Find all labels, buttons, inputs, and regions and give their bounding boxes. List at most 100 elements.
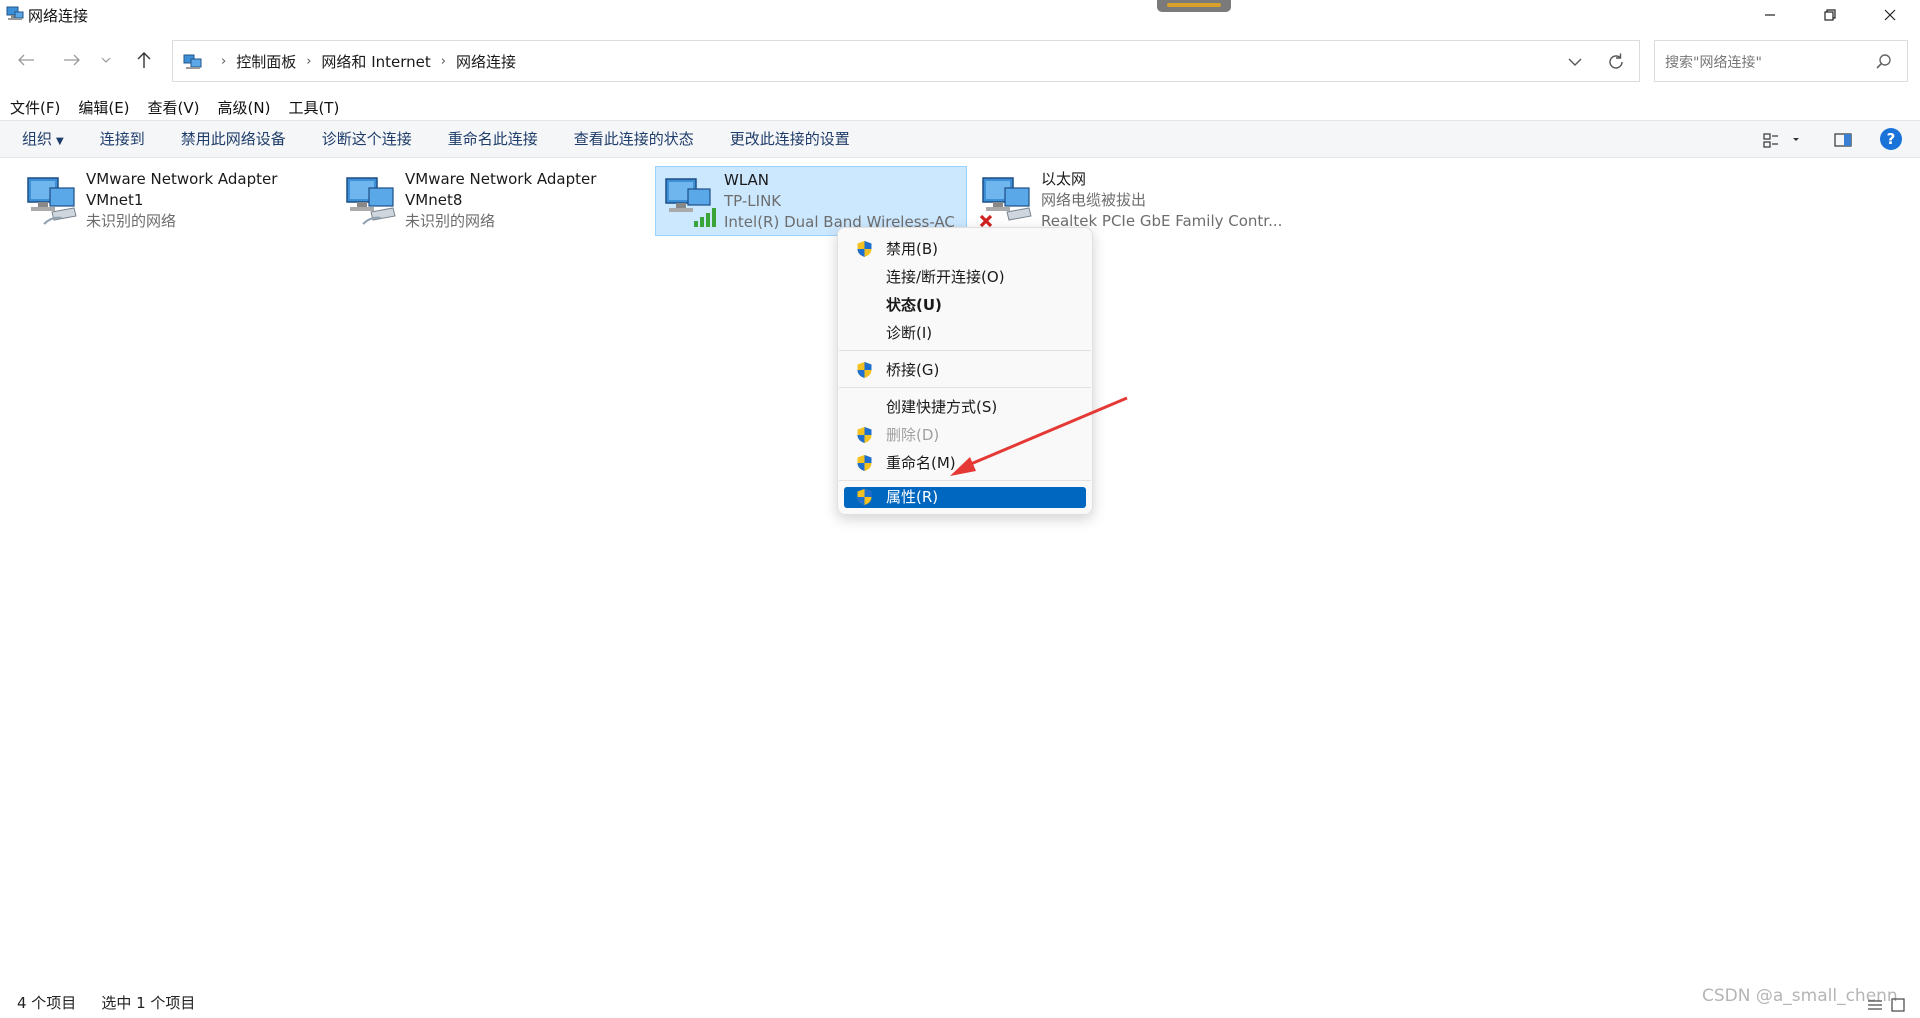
connection-text: VMware Network Adapter VMnet1 未识别的网络: [86, 169, 277, 232]
ctx-status[interactable]: 状态(U): [844, 293, 1086, 317]
uac-shield-icon: [857, 427, 872, 443]
address-bar[interactable]: › 控制面板 › 网络和 Internet › 网络连接: [172, 40, 1640, 82]
ethernet-adapter-icon: [979, 177, 1032, 228]
close-icon: [1884, 9, 1896, 21]
chevron-right-icon: ›: [306, 53, 312, 69]
menu-separator: [839, 387, 1091, 388]
connection-name: VMware Network Adapter: [86, 170, 278, 188]
item-count: 4 个项目: [17, 994, 77, 1012]
breadcrumb-network-internet[interactable]: 网络和 Internet: [321, 51, 430, 72]
uac-shield-icon: [857, 241, 872, 257]
back-button[interactable]: [12, 46, 40, 74]
search-placeholder: 搜索"网络连接": [1665, 55, 1762, 71]
connect-to-button[interactable]: 连接到: [88, 121, 157, 157]
wireless-adapter-icon: [665, 178, 716, 227]
up-button[interactable]: [130, 46, 158, 74]
uac-shield-icon: [857, 362, 872, 378]
menu-advanced[interactable]: 高级(N): [208, 96, 279, 120]
connection-text: VMware Network Adapter VMnet8 未识别的网络: [405, 169, 596, 232]
organize-button[interactable]: 组织 ▼: [10, 121, 76, 157]
menu-bar: 文件(F) 编辑(E) 查看(V) 高级(N) 工具(T): [0, 96, 347, 120]
menu-edit[interactable]: 编辑(E): [68, 96, 137, 120]
minimize-button[interactable]: [1740, 0, 1800, 30]
ctx-delete: 删除(D): [844, 423, 1086, 447]
network-connections-window: 网络连接 › 控制面板 › 网络和 Internet › 网络连接 搜索"网络连…: [0, 0, 1920, 1018]
ctx-bridge[interactable]: 桥接(G): [844, 358, 1086, 382]
breadcrumb-network-connections[interactable]: 网络连接: [456, 51, 516, 72]
command-bar: 组织 ▼ 连接到 禁用此网络设备 诊断这个连接 重命名此连接 查看此连接的状态 更…: [0, 120, 1920, 158]
restore-button[interactable]: [1800, 0, 1860, 30]
ctx-diagnose[interactable]: 诊断(I): [844, 321, 1086, 345]
arrow-left-icon: [18, 54, 34, 66]
connection-status: 未识别的网络: [405, 212, 496, 230]
uac-shield-icon: [857, 455, 872, 471]
connection-text: WLAN TP-LINK Intel(R) Dual Band Wireless…: [724, 170, 955, 233]
ctx-disable[interactable]: 禁用(B): [844, 237, 1086, 261]
ctx-disable-label: 禁用(B): [886, 240, 938, 258]
refresh-icon[interactable]: [1605, 51, 1627, 73]
ctx-create-shortcut[interactable]: 创建快捷方式(S): [844, 395, 1086, 419]
network-adapter-icon: [346, 177, 396, 225]
minimize-icon: [1765, 14, 1775, 16]
menu-tools[interactable]: 工具(T): [278, 96, 347, 120]
restore-icon: [1824, 9, 1836, 21]
network-adapter-icon: [27, 177, 77, 225]
help-icon[interactable]: ?: [1880, 128, 1902, 150]
preview-pane-icon[interactable]: [1832, 129, 1854, 151]
diagnose-connection-button[interactable]: 诊断这个连接: [310, 121, 424, 157]
connection-name: WLAN: [724, 171, 770, 189]
disable-device-button[interactable]: 禁用此网络设备: [169, 121, 298, 157]
control-panel-icon: [183, 54, 202, 69]
menu-separator: [839, 480, 1091, 481]
ctx-rename-label: 重命名(M): [886, 454, 956, 472]
forward-button[interactable]: [58, 46, 86, 74]
context-menu: 禁用(B) 连接/断开连接(O) 状态(U) 诊断(I) 桥接(G) 创建快捷方…: [837, 227, 1093, 515]
status-bar: 4 个项目 选中 1 个项目: [0, 992, 203, 1016]
address-history-dropdown-icon[interactable]: [1565, 52, 1585, 72]
recent-locations-button[interactable]: [96, 46, 116, 74]
chevron-right-icon: ›: [440, 53, 446, 69]
rename-connection-button[interactable]: 重命名此连接: [436, 121, 550, 157]
search-input[interactable]: 搜索"网络连接": [1654, 40, 1908, 82]
ctx-connect-disconnect[interactable]: 连接/断开连接(O): [844, 265, 1086, 289]
connection-device: TP-LINK: [724, 192, 782, 210]
connection-name: VMware Network Adapter: [405, 170, 597, 188]
organize-label: 组织: [22, 130, 53, 148]
ctx-delete-label: 删除(D): [886, 426, 940, 444]
arrow-up-icon: [137, 52, 151, 68]
connection-item-wlan[interactable]: WLAN TP-LINK Intel(R) Dual Band Wireless…: [655, 166, 967, 236]
breadcrumb-control-panel[interactable]: 控制面板: [236, 51, 296, 72]
menu-view[interactable]: 查看(V): [138, 96, 208, 120]
connection-item-vmnet8[interactable]: VMware Network Adapter VMnet8 未识别的网络: [337, 166, 637, 236]
chevron-right-icon: ›: [221, 53, 227, 69]
view-status-button[interactable]: 查看此连接的状态: [562, 121, 706, 157]
connection-name: 以太网: [1041, 170, 1087, 188]
camera-notch: [1157, 0, 1231, 12]
menu-file[interactable]: 文件(F): [0, 96, 68, 120]
breadcrumb: › 控制面板 › 网络和 Internet › 网络连接: [211, 41, 516, 81]
arrow-right-icon: [64, 54, 80, 66]
close-button[interactable]: [1860, 0, 1920, 30]
change-view-icon[interactable]: [1760, 129, 1804, 151]
ctx-properties-label: 属性(R): [886, 488, 939, 506]
menu-separator: [839, 350, 1091, 351]
ctx-properties[interactable]: 属性(R): [844, 487, 1086, 508]
ctx-rename[interactable]: 重命名(M): [844, 451, 1086, 475]
selected-count: 选中 1 个项目: [101, 994, 196, 1012]
network-connections-icon: [6, 6, 24, 20]
connection-item-vmnet1[interactable]: VMware Network Adapter VMnet1 未识别的网络: [18, 166, 318, 236]
connection-status: 未识别的网络: [86, 212, 177, 230]
uac-shield-icon: [857, 489, 872, 505]
caret-down-icon: ▼: [56, 136, 64, 147]
title-bar: 网络连接: [0, 0, 1920, 30]
view-toggle-icons[interactable]: [1866, 996, 1912, 1014]
chevron-down-icon: [101, 57, 111, 63]
search-icon: [1876, 54, 1891, 69]
window-title: 网络连接: [28, 7, 89, 25]
connection-item-ethernet[interactable]: 以太网 网络电缆被拔出 Realtek PCIe GbE Family Cont…: [973, 166, 1303, 236]
ctx-bridge-label: 桥接(G): [886, 361, 940, 379]
change-settings-button[interactable]: 更改此连接的设置: [718, 121, 862, 157]
connection-text: 以太网 网络电缆被拔出 Realtek PCIe GbE Family Cont…: [1041, 169, 1282, 232]
connection-status: 网络电缆被拔出: [1041, 191, 1147, 209]
connection-device: VMnet1: [86, 191, 144, 209]
